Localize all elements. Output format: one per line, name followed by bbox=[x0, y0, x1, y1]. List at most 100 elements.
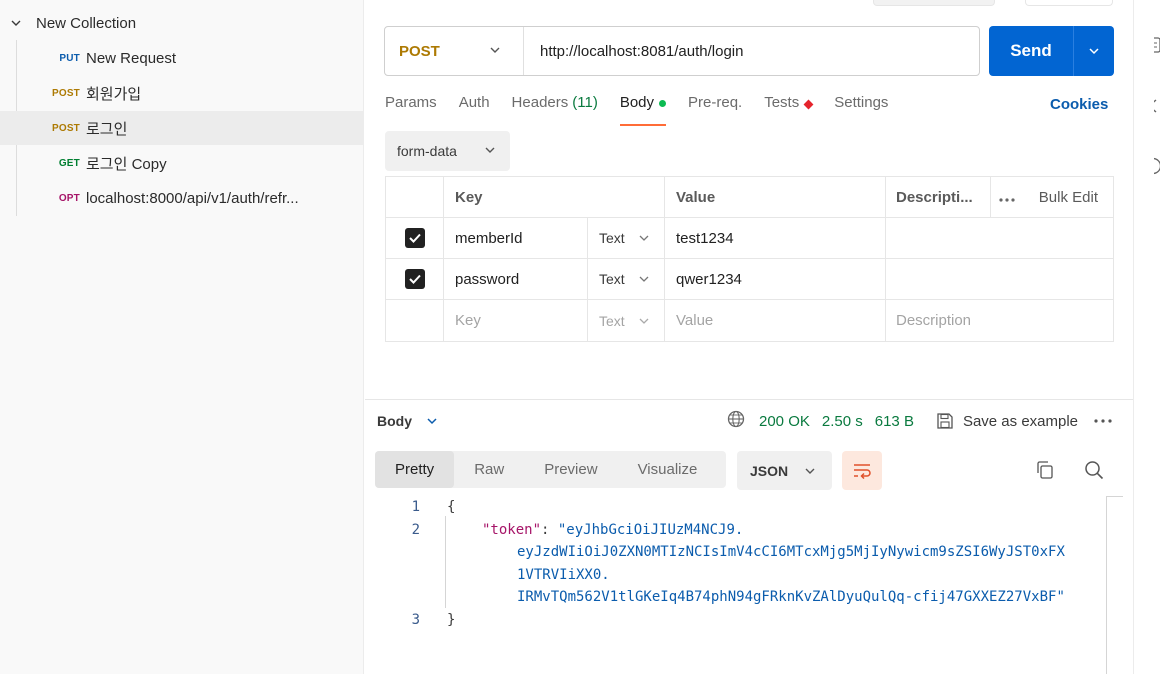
method-badge: OPT bbox=[58, 192, 80, 204]
value-cell[interactable]: qwer1234 bbox=[664, 259, 885, 299]
tab-label: Params bbox=[385, 94, 437, 111]
send-button[interactable]: Send bbox=[989, 26, 1114, 76]
method-select[interactable]: POST bbox=[385, 27, 524, 75]
request-editor: POST Send Params Auth Headers(11) Body P… bbox=[365, 0, 1133, 674]
response-body-select[interactable]: Body bbox=[377, 410, 438, 432]
collection-header[interactable]: New Collection bbox=[0, 8, 136, 38]
header-check-cell bbox=[386, 177, 443, 217]
column-header-key: Key bbox=[443, 177, 664, 217]
table-header-row: Key Value Descripti... Bulk Edit bbox=[386, 177, 1113, 218]
column-header-description: Descripti... bbox=[885, 177, 990, 217]
url-input[interactable] bbox=[524, 42, 979, 60]
postman-window: New Collection PUT New Request POST 회원가입… bbox=[0, 0, 1160, 674]
tab-pretty[interactable]: Pretty bbox=[375, 451, 455, 488]
format-select[interactable]: JSON bbox=[737, 451, 832, 490]
tab-auth[interactable]: Auth bbox=[459, 94, 490, 126]
type-select[interactable]: Text bbox=[587, 259, 664, 299]
method-value: POST bbox=[399, 42, 440, 60]
value-cell[interactable]: test1234 bbox=[664, 218, 885, 258]
tab-label: Pre-req. bbox=[688, 94, 743, 111]
sidebar: New Collection PUT New Request POST 회원가입… bbox=[0, 0, 364, 674]
sidebar-request-login-copy[interactable]: GET 로그인 Copy bbox=[0, 146, 364, 180]
bulk-edit-button[interactable]: Bulk Edit bbox=[1039, 189, 1098, 206]
sidebar-request-login[interactable]: POST 로그인 bbox=[0, 111, 364, 145]
tab-prereq[interactable]: Pre-req. bbox=[688, 94, 742, 126]
globe-icon[interactable] bbox=[727, 410, 745, 432]
tab-visualize[interactable]: Visualize bbox=[618, 451, 718, 488]
description-cell[interactable] bbox=[885, 259, 1114, 299]
key-cell[interactable]: password bbox=[443, 259, 587, 299]
type-value: Text bbox=[599, 271, 625, 287]
table-actions: Bulk Edit bbox=[990, 177, 1114, 217]
tab-headers[interactable]: Headers (11) bbox=[512, 94, 598, 126]
request-name: 로그인 bbox=[86, 120, 128, 138]
tab-tests[interactable]: Tests bbox=[764, 94, 814, 126]
description-cell[interactable] bbox=[885, 218, 1114, 258]
tab-label: Headers bbox=[511, 94, 569, 111]
type-select[interactable]: Text bbox=[587, 218, 664, 258]
key-placeholder[interactable]: Key bbox=[443, 300, 587, 341]
value-placeholder[interactable]: Value bbox=[664, 300, 885, 341]
key-cell[interactable]: memberId bbox=[443, 218, 587, 258]
collection-name: New Collection bbox=[36, 14, 137, 32]
chevron-down-icon[interactable] bbox=[8, 15, 24, 31]
json-line-token: "token": "eyJhbGciOiJIUzM4NCJ9. bbox=[482, 522, 743, 538]
response-body-label: Body bbox=[377, 413, 412, 429]
headers-count: (11) bbox=[572, 94, 598, 111]
json-colon: : bbox=[541, 522, 558, 538]
row-checkbox-cell bbox=[386, 259, 443, 299]
tab-settings[interactable]: Settings bbox=[834, 94, 888, 126]
copy-icon[interactable] bbox=[1033, 458, 1057, 482]
top-control-edge bbox=[873, 0, 995, 6]
documentation-icon[interactable] bbox=[1154, 36, 1160, 54]
tab-raw[interactable]: Raw bbox=[454, 451, 524, 488]
body-mode-value: form-data bbox=[397, 143, 457, 159]
check-icon bbox=[408, 233, 421, 243]
body-mode-select[interactable]: form-data bbox=[385, 131, 510, 171]
tab-params[interactable]: Params bbox=[385, 94, 437, 126]
tab-body[interactable]: Body bbox=[619, 94, 667, 126]
row-checkbox[interactable] bbox=[404, 228, 425, 248]
more-options-icon[interactable] bbox=[1094, 419, 1112, 423]
response-divider[interactable] bbox=[365, 399, 1133, 400]
wrap-lines-button[interactable] bbox=[842, 451, 882, 490]
chevron-down-icon bbox=[639, 318, 649, 324]
save-as-example-button[interactable]: Save as example bbox=[936, 412, 1078, 430]
chevron-down-icon bbox=[639, 235, 649, 241]
type-select[interactable]: Text bbox=[587, 300, 664, 341]
sidebar-request-refresh[interactable]: OPT localhost:8000/api/v1/auth/refr... bbox=[0, 181, 364, 215]
status-code[interactable]: 200 OK bbox=[759, 413, 810, 430]
row-checkbox[interactable] bbox=[404, 269, 425, 289]
chevron-down-icon bbox=[427, 418, 437, 425]
scrollbar-track[interactable] bbox=[1106, 496, 1107, 674]
line-number: 1 bbox=[411, 499, 420, 515]
more-options-icon[interactable] bbox=[999, 189, 1015, 206]
sidebar-request-signup[interactable]: POST 회원가입 bbox=[0, 76, 364, 110]
json-key: "token" bbox=[482, 522, 542, 538]
right-rail bbox=[1133, 0, 1160, 674]
comments-icon[interactable] bbox=[1154, 97, 1160, 115]
save-as-example-label: Save as example bbox=[962, 412, 1079, 430]
scrollbar-edge bbox=[1106, 496, 1123, 497]
type-value: Text bbox=[599, 230, 625, 246]
json-value-part: 1VTRVIiXX0. bbox=[517, 567, 610, 583]
info-icon[interactable] bbox=[1154, 157, 1160, 175]
response-meta: 200 OK 2.50 s 613 B Save as example bbox=[727, 410, 1112, 432]
response-code-viewer[interactable]: 1 2 3 { "token": "eyJhbGciOiJIUzM4NCJ9. … bbox=[365, 496, 1125, 674]
tab-label: Body bbox=[619, 94, 655, 111]
tab-label: Settings bbox=[834, 94, 889, 111]
cookies-link[interactable]: Cookies bbox=[1050, 96, 1108, 113]
tab-preview[interactable]: Preview bbox=[524, 451, 617, 488]
json-value-part: eyJzdWIiOiJ0ZXN0MTIzNCIsImV4cCI6MTcxMjg5… bbox=[517, 544, 1065, 560]
response-size[interactable]: 613 B bbox=[875, 413, 914, 430]
tab-label: Tests bbox=[764, 94, 800, 111]
send-options-button[interactable] bbox=[1074, 45, 1114, 57]
sidebar-request-new-request[interactable]: PUT New Request bbox=[0, 41, 364, 75]
chevron-down-icon bbox=[639, 276, 649, 282]
description-placeholder[interactable]: Description bbox=[885, 300, 1114, 341]
response-time[interactable]: 2.50 s bbox=[822, 413, 863, 430]
row-checkbox-cell bbox=[386, 300, 443, 341]
wrap-lines-icon bbox=[854, 463, 871, 479]
search-icon[interactable] bbox=[1082, 458, 1106, 482]
save-icon bbox=[937, 413, 953, 429]
